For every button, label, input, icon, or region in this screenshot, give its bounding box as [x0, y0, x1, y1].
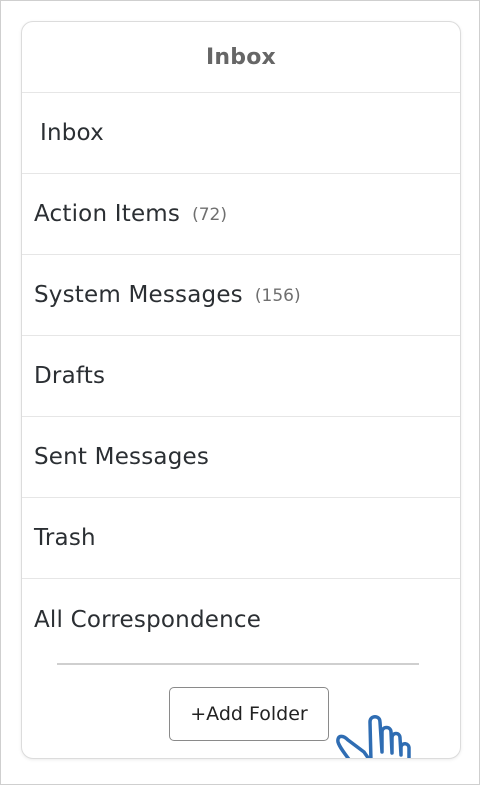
folder-panel: Inbox Inbox Action Items (72) System Mes… [21, 21, 461, 759]
add-folder-button[interactable]: +Add Folder [169, 687, 329, 741]
folder-label: Trash [34, 525, 96, 551]
folder-label: All Correspondence [34, 606, 262, 633]
folder-item-sent-messages[interactable]: Sent Messages [22, 417, 460, 498]
folder-label: System Messages [34, 282, 243, 308]
folder-label: Inbox [40, 120, 104, 146]
folder-count-badge: (156) [254, 286, 301, 306]
folder-item-inbox[interactable]: Inbox [22, 93, 460, 174]
hand-pointer-icon [336, 715, 411, 758]
folder-item-system-messages[interactable]: System Messages (156) [22, 255, 460, 336]
folder-label: Sent Messages [34, 444, 210, 470]
folder-list: Inbox Action Items (72) System Messages … [22, 93, 460, 660]
folder-count-badge: (72) [192, 205, 227, 225]
page-title: Inbox [206, 44, 276, 70]
folder-item-trash[interactable]: Trash [22, 498, 460, 579]
folder-item-all-correspondence[interactable]: All Correspondence [22, 579, 460, 660]
panel-header: Inbox [22, 22, 460, 93]
folder-label: Action Items [34, 201, 181, 227]
app-frame: Inbox Inbox Action Items (72) System Mes… [0, 0, 480, 785]
footer-divider [57, 663, 419, 665]
folder-item-action-items[interactable]: Action Items (72) [22, 174, 460, 255]
folder-item-drafts[interactable]: Drafts [22, 336, 460, 417]
folder-label: Drafts [34, 363, 106, 389]
